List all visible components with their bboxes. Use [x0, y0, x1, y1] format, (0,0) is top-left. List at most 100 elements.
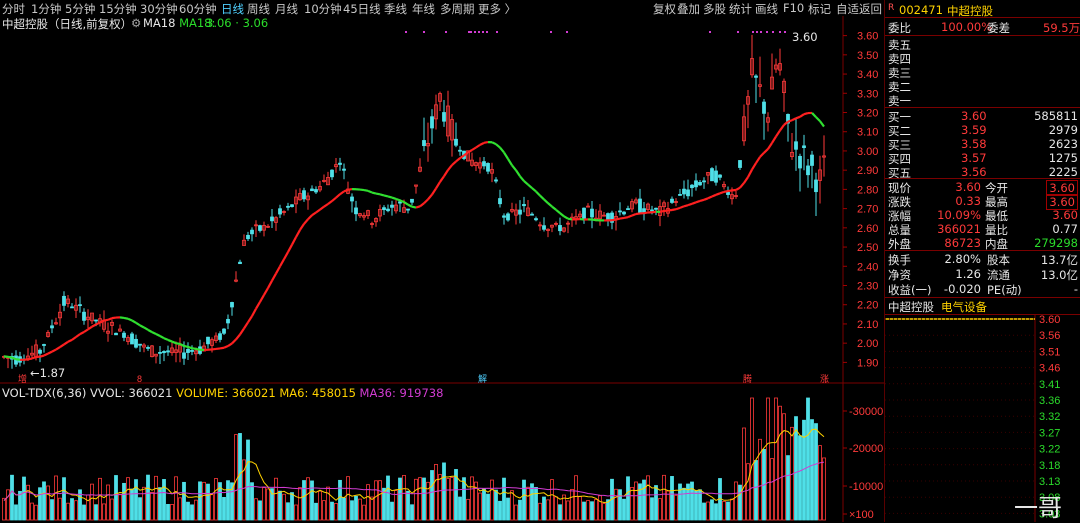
ma18-segment: [620, 218, 624, 219]
candle-body: [207, 337, 210, 344]
mini-axis-label: 3.46: [1039, 363, 1060, 375]
volume-bar: [259, 501, 262, 520]
ma18-segment: [568, 219, 572, 220]
chart-title: 中超控股（日线,前复权）: [2, 16, 132, 32]
event-dot: [468, 31, 470, 33]
ma18-segment: [196, 349, 200, 350]
ma18-segment: [16, 359, 20, 360]
candle-body: [351, 197, 354, 201]
ma18-segment: [616, 219, 620, 220]
candle-body: [523, 204, 526, 205]
candle-body: [507, 214, 510, 220]
ma18-segment: [12, 358, 16, 360]
ma18-segment: [104, 320, 108, 321]
candle-body: [51, 326, 54, 328]
volume-bar: [287, 503, 290, 520]
volume-bar: [115, 476, 118, 520]
event-dot: [496, 31, 498, 33]
volume-bar: [799, 436, 802, 520]
settings-icon[interactable]: ⚙: [131, 16, 141, 30]
event-dot: [423, 31, 425, 33]
ma18-segment: [728, 190, 732, 191]
candle-body: [755, 76, 758, 77]
volume-bar: [739, 485, 742, 520]
ma18-segment: [380, 194, 384, 195]
ma18-segment: [388, 196, 392, 197]
candle-body: [271, 217, 274, 221]
candle-body: [619, 211, 622, 212]
candle-body: [543, 226, 546, 230]
candle-body: [795, 142, 798, 149]
mini-axis-label: 3.32: [1039, 411, 1060, 423]
event-dot: [766, 31, 768, 33]
volume-bar: [627, 477, 630, 520]
ma18-segment: [40, 356, 44, 357]
ma-label: MA18 MA18:: [143, 16, 215, 30]
ma18-segment: [664, 210, 668, 211]
candle-body: [287, 206, 290, 207]
volume-bar: [423, 478, 426, 520]
ma18-segment: [704, 198, 708, 200]
volume-bar: [139, 498, 142, 520]
volume-bar: [495, 490, 498, 520]
ma18-segment: [188, 347, 192, 348]
ma18-segment: [212, 349, 216, 350]
ma18-segment: [372, 193, 376, 194]
candle-body: [43, 344, 46, 345]
candle-body: [815, 180, 818, 192]
candle-body: [431, 117, 434, 128]
ma18-segment: [676, 208, 680, 209]
candle-body: [727, 192, 730, 194]
volume-bar: [279, 491, 282, 520]
ma18-segment: [484, 142, 488, 143]
volume-bar: [507, 498, 510, 520]
volume-bar: [499, 501, 502, 520]
ma18-segment: [632, 214, 636, 216]
ma18-segment: [652, 212, 656, 213]
watermark: 一哥: [1014, 488, 1062, 523]
candle-body: [231, 302, 234, 307]
volume-bar: [39, 488, 42, 520]
volume-axis-label: -10000: [849, 481, 883, 493]
volume-axis-label: -20000: [849, 443, 883, 455]
ma18-segment: [628, 216, 632, 218]
volume-bar: [23, 477, 26, 520]
event-marker: 解: [478, 373, 487, 384]
ma18-segment: [28, 359, 32, 360]
volume-bar: [531, 484, 534, 520]
ma18-segment: [592, 220, 596, 221]
volume-bar: [591, 502, 594, 520]
volume-bar: [523, 480, 526, 520]
mini-axis-label: 3.13: [1039, 476, 1060, 488]
candle-body: [167, 351, 170, 352]
mini-axis-label: 3.36: [1039, 395, 1060, 407]
candle-body: [315, 190, 318, 192]
quote-row: 外盘86723内盘279298: [885, 235, 1080, 251]
volume-bar: [191, 505, 194, 520]
volume-bar: [227, 481, 230, 520]
ma18-segment: [636, 213, 640, 214]
volume-bar: [583, 502, 586, 520]
volume-bar: [807, 398, 810, 520]
ma18-segment: [192, 348, 196, 349]
event-dot: [550, 31, 552, 33]
candle-body: [715, 171, 718, 182]
ma18-segment: [724, 191, 728, 192]
volume-bar: [95, 505, 98, 520]
price-axis-label: 3.50: [857, 50, 878, 62]
price-axis-label: 2.20: [857, 300, 878, 312]
volume-bar: [391, 502, 394, 520]
kline-chart[interactable]: 3.603.503.403.303.203.103.002.902.802.70…: [0, 0, 884, 522]
volume-bar: [51, 500, 54, 520]
candle-body: [239, 262, 242, 263]
event-dot: [478, 31, 480, 33]
volume-bar: [559, 505, 562, 520]
candle-body: [343, 169, 346, 170]
volume-bar: [811, 420, 814, 520]
candle-body: [627, 209, 630, 210]
volume-bar: [727, 502, 730, 520]
ma18-segment: [392, 198, 396, 199]
ma18-segment: [644, 212, 648, 213]
candle-body: [499, 199, 502, 204]
event-dot: [445, 31, 447, 33]
